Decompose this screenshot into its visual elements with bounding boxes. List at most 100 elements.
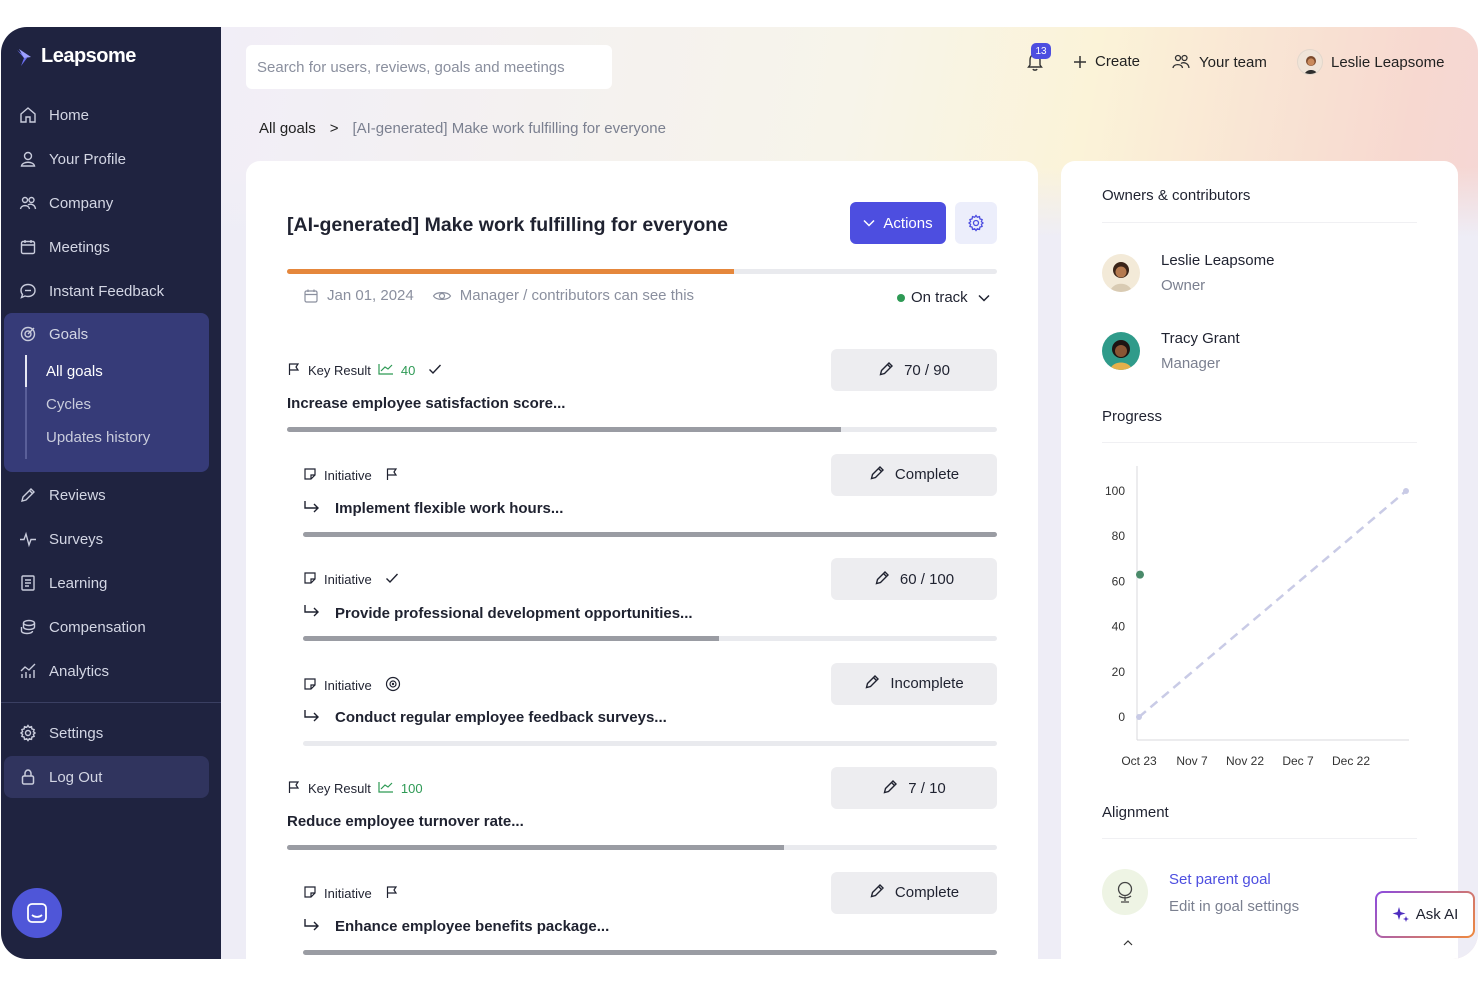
y-tick-label: 40	[1112, 620, 1126, 634]
user-menu[interactable]: Leslie Leapsome	[1297, 49, 1444, 75]
calendar-icon	[304, 289, 318, 303]
update-progress-button[interactable]: 7 / 10	[831, 767, 997, 809]
sparkle-icon	[1392, 906, 1409, 922]
goal-settings-button[interactable]	[955, 202, 997, 244]
progress-value: 70 / 90	[904, 361, 950, 379]
goal-card: [AI-generated] Make work fulfilling for …	[246, 161, 1038, 959]
update-progress-button[interactable]: 60 / 100	[831, 558, 997, 600]
sidebar-divider	[1, 702, 221, 703]
your-team-button[interactable]: Your team	[1171, 53, 1267, 71]
actions-button[interactable]: Actions	[850, 202, 946, 244]
item-kind: Initiative	[324, 677, 372, 693]
item-progress-bar	[303, 740, 997, 746]
item-title[interactable]: Conduct regular employee feedback survey…	[303, 709, 667, 727]
y-tick-label: 80	[1112, 529, 1126, 543]
initiative-row[interactable]: Initiative Enhance employee benefits pack…	[246, 871, 1038, 960]
item-title[interactable]: Reduce employee turnover rate...	[287, 813, 524, 830]
initiative-row[interactable]: Initiative Implement flexible work hours.…	[246, 453, 1038, 557]
item-kind: Initiative	[324, 467, 372, 483]
set-parent-goal-link[interactable]: Set parent goal	[1169, 871, 1271, 888]
ask-ai-button[interactable]: Ask AI	[1375, 891, 1475, 938]
sidebar-item-company[interactable]: Company	[4, 183, 209, 223]
x-tick-label: Dec 22	[1332, 754, 1370, 768]
trend-icon	[378, 781, 394, 796]
sidebar-item-settings[interactable]: Settings	[4, 713, 209, 753]
status-label: On track	[911, 289, 968, 306]
sidebar-subitem-updates-history[interactable]: Updates history	[46, 429, 150, 446]
update-progress-button[interactable]: Complete	[831, 453, 997, 496]
book-icon	[21, 575, 35, 591]
chat-icon	[20, 283, 36, 299]
status-dot	[897, 293, 905, 302]
sub-arrow-icon	[303, 918, 321, 936]
initiative-row[interactable]: Initiative Conduct regular employee feedb…	[246, 662, 1038, 766]
progress-value: Complete	[894, 466, 960, 483]
search-input[interactable]: Search for users, reviews, goals and mee…	[246, 45, 612, 89]
key-result-row[interactable]: Key Result 40 Increase employee satisfacti…	[246, 348, 1038, 452]
goal-visibility: Manager / contributors can see this	[459, 287, 695, 304]
target-icon	[20, 326, 36, 342]
plus-icon	[1074, 55, 1086, 68]
progress-value: Complete	[894, 884, 960, 901]
key-result-row[interactable]: Key Result 100 Reduce employee turnover ra…	[246, 766, 1038, 870]
sidebar-item-profile[interactable]: Your Profile	[4, 139, 209, 179]
user-name: Leslie Leapsome	[1331, 53, 1445, 71]
item-progress-fill	[303, 531, 997, 537]
sidebar-subitem-cycles[interactable]: Cycles	[46, 396, 91, 413]
sidebar-item-instant-feedback[interactable]: Instant Feedback	[4, 271, 209, 311]
sidebar-item-surveys[interactable]: Surveys	[4, 519, 209, 559]
support-chat-button[interactable]	[12, 888, 62, 938]
item-title[interactable]: Provide professional development opportu…	[303, 604, 693, 622]
breadcrumb-separator: >	[329, 120, 339, 137]
sidebar-item-analytics[interactable]: Analytics	[4, 651, 209, 691]
sidebar-item-home[interactable]: Home	[4, 95, 209, 135]
sidebar-item-meetings[interactable]: Meetings	[4, 227, 209, 267]
sidebar-item-reviews[interactable]: Reviews	[4, 475, 209, 515]
item-title-text: Conduct regular employee feedback survey…	[335, 709, 667, 726]
item-progress-fill	[303, 949, 997, 955]
status-dropdown[interactable]: On track	[897, 289, 990, 306]
sidebar-item-label: Your Profile	[49, 150, 126, 168]
item-kind: Key Result	[308, 781, 371, 796]
item-progress-bar	[287, 845, 997, 850]
chevron-down-icon	[863, 219, 875, 227]
goal-title: [AI-generated] Make work fulfilling for …	[287, 214, 728, 236]
create-label: Create	[1095, 53, 1141, 70]
goal-date: Jan 01, 2024	[327, 287, 414, 304]
brand-logo[interactable]: Leapsome	[15, 45, 136, 68]
y-tick-label: 100	[1105, 484, 1125, 498]
breadcrumb-current: [AI-generated] Make work fulfilling for …	[352, 120, 666, 137]
update-progress-button[interactable]: Complete	[831, 871, 997, 914]
pencil-icon	[874, 569, 891, 590]
sidebar-item-learning[interactable]: Learning	[4, 563, 209, 603]
calendar-icon	[20, 240, 36, 255]
progress-value: 60 / 100	[899, 570, 955, 588]
initiative-row[interactable]: Initiative Provide professional developme…	[246, 557, 1038, 661]
sidebar-item-goals[interactable]: Goals	[4, 314, 209, 354]
flag-icon	[385, 467, 399, 484]
item-progress-bar	[303, 949, 997, 955]
note-icon	[303, 885, 317, 902]
item-title[interactable]: Implement flexible work hours...	[303, 500, 563, 518]
flag-icon	[287, 780, 301, 797]
details-panel: Owners & contributors Leslie Leapsome Ow…	[1061, 161, 1458, 959]
sidebar-item-label: Analytics	[49, 662, 110, 680]
your-team-label: Your team	[1199, 53, 1267, 71]
update-progress-button[interactable]: 70 / 90	[831, 349, 997, 391]
item-title[interactable]: Increase employee satisfaction score...	[287, 395, 565, 412]
sidebar-subitem-all-goals[interactable]: All goals	[46, 363, 103, 380]
breadcrumb-root[interactable]: All goals	[259, 120, 316, 137]
ask-ai-label: Ask AI	[1415, 906, 1459, 923]
create-button[interactable]: Create	[1073, 53, 1140, 70]
update-progress-button[interactable]: Incomplete	[831, 662, 997, 705]
flag-icon	[385, 885, 399, 902]
trend-icon	[378, 363, 394, 378]
target-icon	[385, 676, 401, 695]
sidebar-item-compensation[interactable]: Compensation	[4, 607, 209, 647]
sidebar-item-logout[interactable]: Log Out	[4, 756, 209, 798]
note-icon	[303, 571, 317, 588]
item-kind: Initiative	[324, 885, 372, 901]
item-title[interactable]: Enhance employee benefits package...	[303, 918, 609, 936]
x-tick-label: Nov 7	[1176, 754, 1208, 768]
chevron-up-icon[interactable]	[1122, 939, 1134, 947]
